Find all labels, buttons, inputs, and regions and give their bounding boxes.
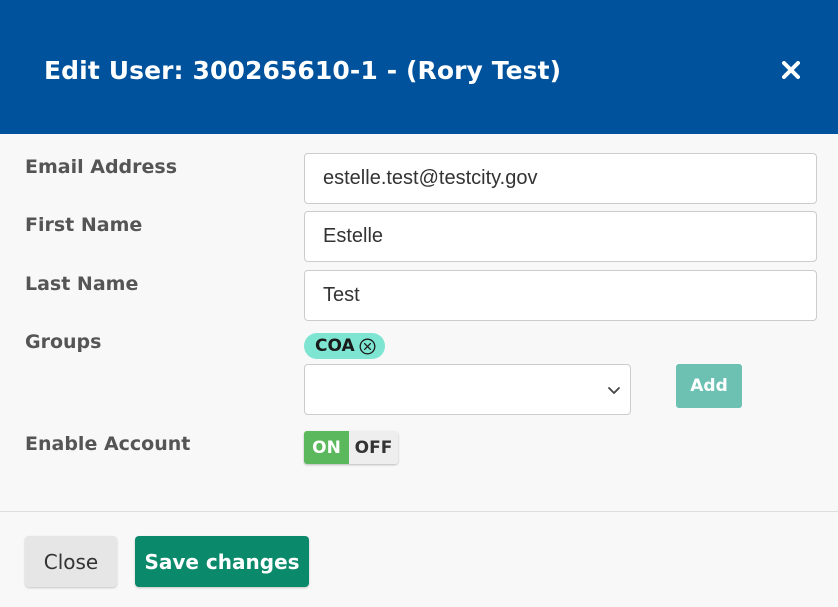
last-name-input[interactable]	[304, 270, 817, 321]
group-chip-remove-button[interactable]	[359, 338, 376, 355]
dialog-header: Edit User: 300265610-1 - (Rory Test)	[0, 0, 838, 134]
add-group-button[interactable]: Add	[676, 364, 742, 408]
last-name-label: Last Name	[25, 273, 139, 295]
enable-account-label: Enable Account	[25, 433, 191, 455]
close-icon	[782, 61, 800, 79]
first-name-input[interactable]	[304, 211, 817, 262]
email-label: Email Address	[25, 156, 178, 178]
dialog-title: Edit User: 300265610-1 - (Rory Test)	[44, 56, 562, 85]
close-button[interactable]: Close	[25, 536, 117, 587]
enable-account-toggle[interactable]: ON OFF	[304, 431, 398, 464]
group-chip: COA	[304, 333, 385, 359]
groups-label: Groups	[25, 331, 102, 353]
circle-x-icon	[359, 338, 376, 354]
toggle-off[interactable]: OFF	[349, 431, 398, 464]
chevron-down-icon	[608, 387, 620, 394]
dialog-footer	[0, 511, 838, 607]
save-changes-button[interactable]: Save changes	[135, 536, 309, 587]
group-select[interactable]	[304, 364, 631, 415]
dialog-close-button[interactable]	[776, 55, 806, 85]
group-chip-label: COA	[315, 336, 355, 356]
first-name-label: First Name	[25, 214, 143, 236]
toggle-on[interactable]: ON	[304, 431, 349, 464]
email-input[interactable]	[304, 153, 817, 204]
